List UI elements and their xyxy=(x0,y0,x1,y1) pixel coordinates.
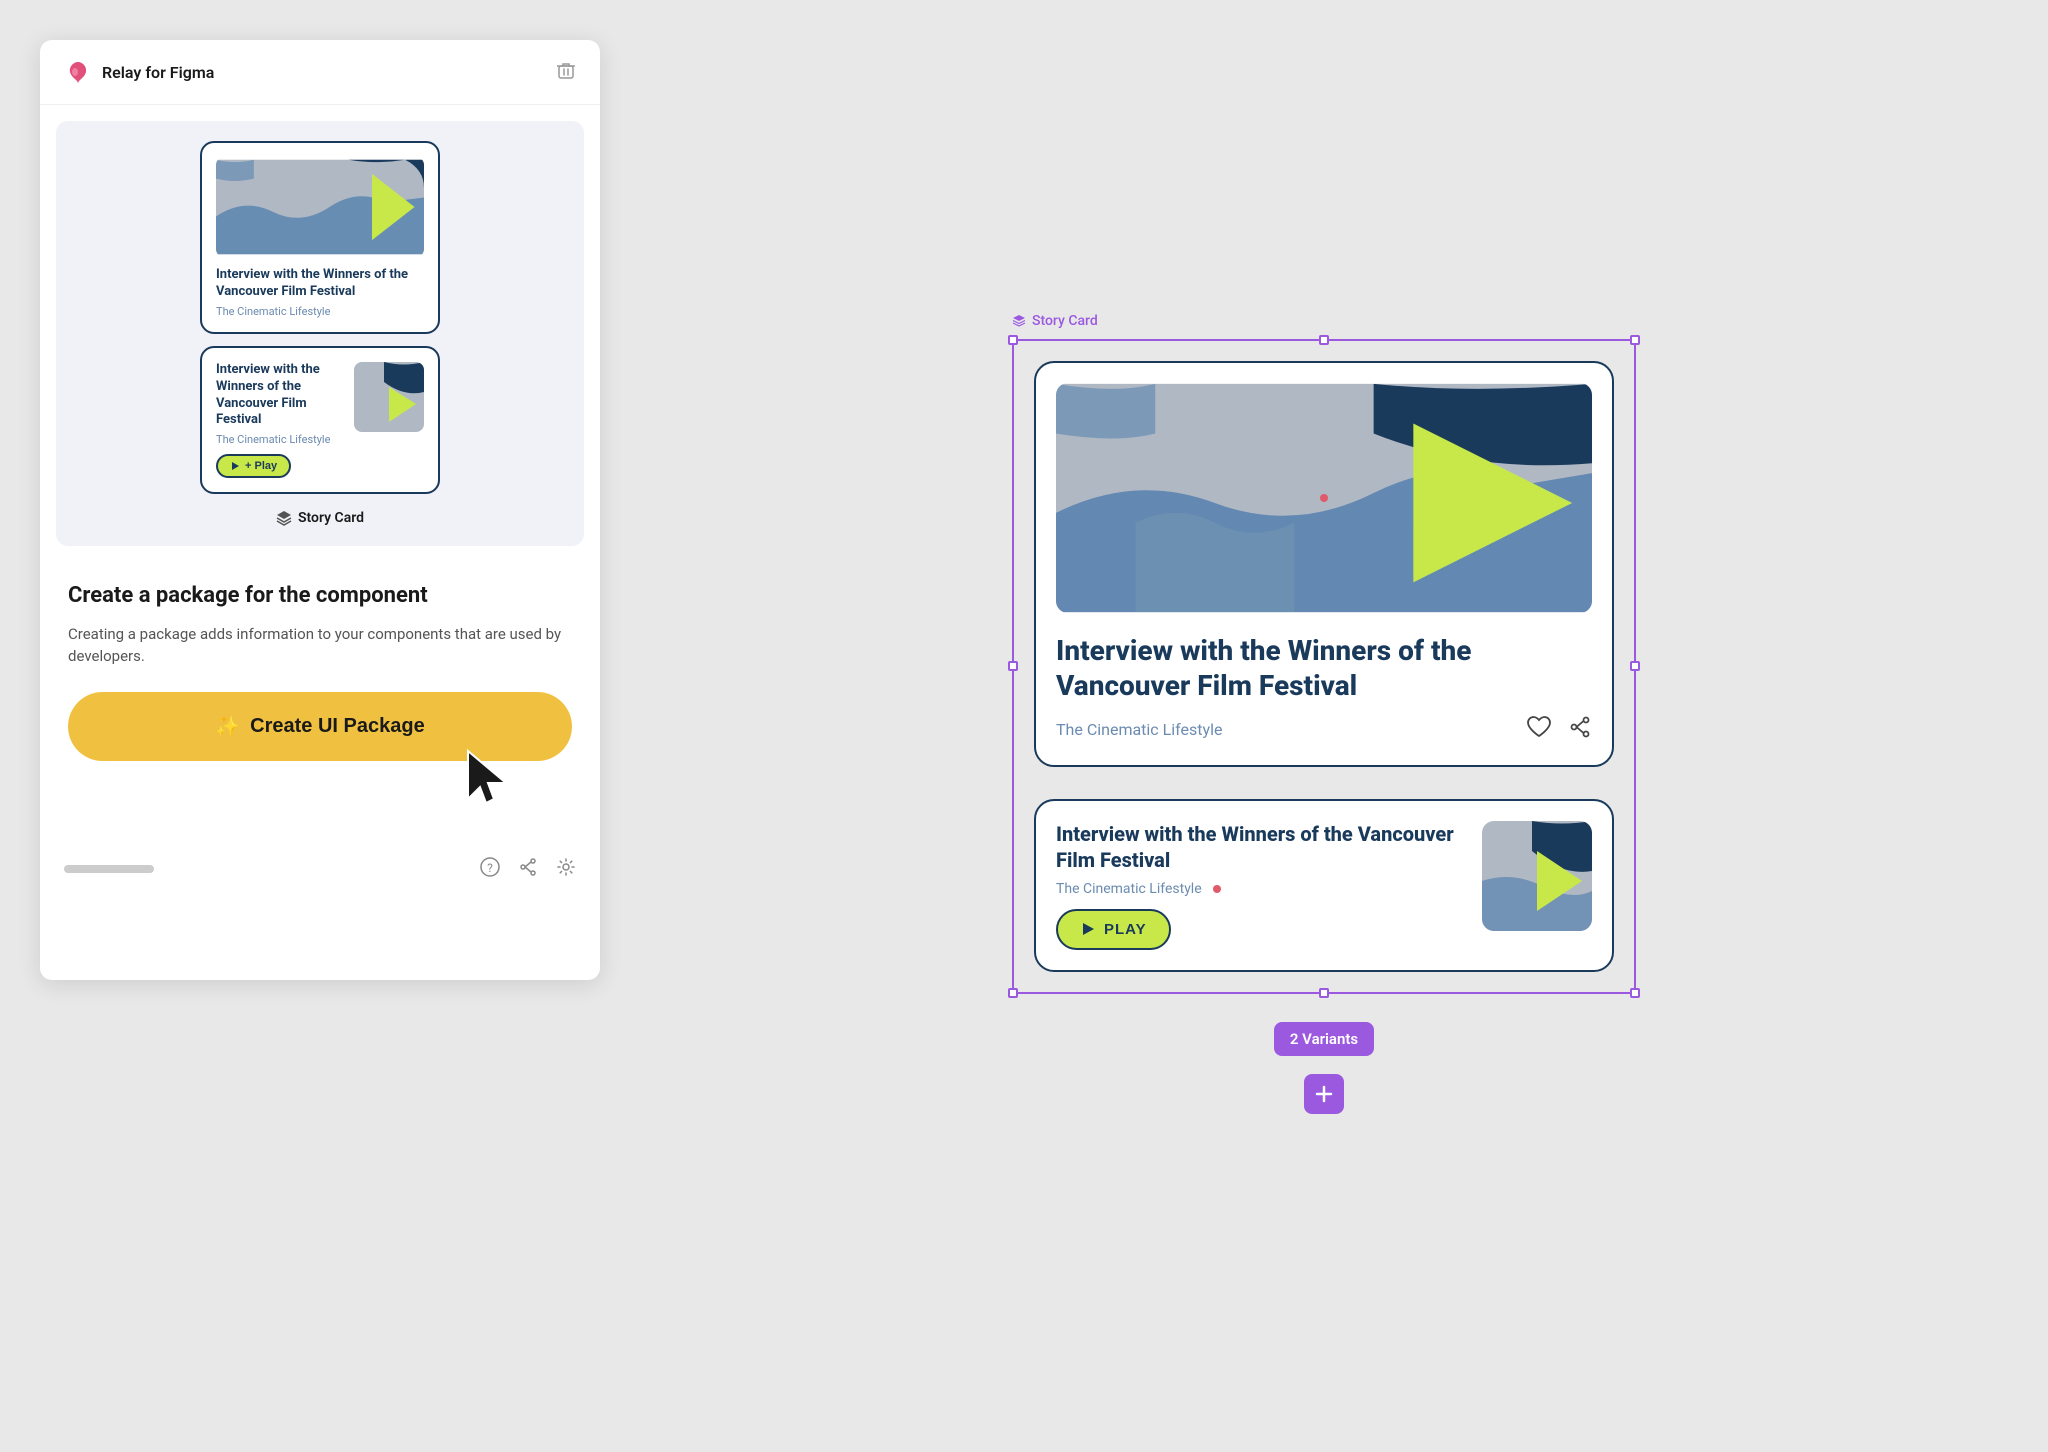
panel-header: Relay for Figma xyxy=(40,40,600,105)
share-icon[interactable] xyxy=(518,857,538,882)
large-card-title: Interview with the Winners of the Vancou… xyxy=(1056,633,1592,703)
share-icon-card[interactable] xyxy=(1568,715,1592,745)
medium-thumbnail xyxy=(1482,821,1592,931)
card-thumbnail-2 xyxy=(354,362,424,432)
scrollbar[interactable] xyxy=(64,865,154,873)
center-dot xyxy=(1320,494,1328,502)
play-button-small[interactable]: + Play xyxy=(216,454,291,478)
component-info: Create a package for the component Creat… xyxy=(40,562,600,781)
variants-badge: 2 Variants xyxy=(1274,1022,1374,1056)
component-frame: Story Card xyxy=(1012,339,1636,994)
create-ui-package-button[interactable]: ✨ Create UI Package xyxy=(68,692,572,761)
add-variant-button[interactable] xyxy=(1304,1074,1344,1114)
left-panel: Relay for Figma Interview xyxy=(40,40,600,980)
card-subtitle-1: The Cinematic Lifestyle xyxy=(216,305,424,318)
footer-icons: ? xyxy=(480,857,576,882)
frame-corner-br xyxy=(1630,988,1640,998)
card-title-2: Interview with the Winners of the Vancou… xyxy=(216,362,344,430)
large-thumbnail xyxy=(1056,383,1592,613)
create-btn-label: Create UI Package xyxy=(250,715,425,738)
component-icon xyxy=(276,510,292,526)
panel-footer: ? xyxy=(40,841,600,898)
frame-label: Story Card xyxy=(1012,313,1098,329)
trash-icon[interactable] xyxy=(556,60,576,85)
heart-icon[interactable] xyxy=(1526,715,1552,745)
help-icon[interactable]: ? xyxy=(480,857,500,882)
medium-content: Interview with the Winners of the Vancou… xyxy=(1056,821,1466,950)
card-subtitle-2: The Cinematic Lifestyle xyxy=(216,433,344,446)
component-heading: Create a package for the component xyxy=(68,582,572,611)
medium-card-channel: The Cinematic Lifestyle xyxy=(1056,881,1466,897)
frame-corner-tr xyxy=(1630,335,1640,345)
medium-card-title: Interview with the Winners of the Vancou… xyxy=(1056,821,1466,873)
story-card-large: Interview with the Winners of the Vancou… xyxy=(1034,361,1614,767)
frame-corner-bl xyxy=(1008,988,1018,998)
card-preview-1: Interview with the Winners of the Vancou… xyxy=(200,141,440,334)
play-button-large[interactable]: PLAY xyxy=(1056,909,1171,950)
panel-title: Relay for Figma xyxy=(102,63,214,82)
card-content-small: Interview with the Winners of the Vancou… xyxy=(216,362,344,479)
large-card-channel: The Cinematic Lifestyle xyxy=(1056,720,1222,739)
card-thumbnail-1 xyxy=(216,157,424,257)
settings-icon[interactable] xyxy=(556,857,576,882)
story-card-medium: Interview with the Winners of the Vancou… xyxy=(1034,799,1614,972)
panel-preview: Interview with the Winners of the Vancou… xyxy=(56,121,584,546)
create-btn-icon: ✨ xyxy=(215,714,240,739)
frame-corner-tl xyxy=(1008,335,1018,345)
card-preview-2: Interview with the Winners of the Vancou… xyxy=(200,346,440,495)
frame-component-icon xyxy=(1012,314,1026,328)
frame-corner-mr xyxy=(1630,661,1640,671)
preview-label: Story Card xyxy=(276,510,364,526)
channel-dot xyxy=(1213,885,1221,893)
large-card-footer: The Cinematic Lifestyle xyxy=(1056,715,1592,745)
component-description: Creating a package adds information to y… xyxy=(68,623,572,668)
card-title-1: Interview with the Winners of the Vancou… xyxy=(216,267,424,301)
bottom-controls: 2 Variants xyxy=(1274,1006,1374,1114)
frame-corner-tm xyxy=(1319,335,1329,345)
svg-text:?: ? xyxy=(487,861,493,875)
right-panel: Story Card xyxy=(600,0,2048,1452)
frame-corner-bm xyxy=(1319,988,1329,998)
play-label: PLAY xyxy=(1104,921,1147,938)
panel-logo: Relay for Figma xyxy=(64,58,214,86)
frame-corner-ml xyxy=(1008,661,1018,671)
relay-logo-icon xyxy=(64,58,92,86)
large-card-actions xyxy=(1526,715,1592,745)
